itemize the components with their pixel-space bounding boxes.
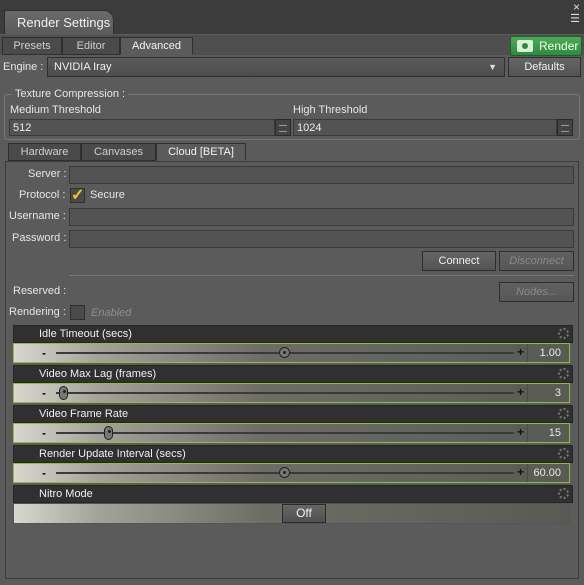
render-label: Render bbox=[539, 39, 579, 53]
slider-header-video-frame-rate: Video Frame Rate bbox=[13, 405, 573, 423]
minus-icon[interactable]: - bbox=[42, 426, 46, 440]
medium-threshold-field[interactable]: 512 bbox=[9, 119, 275, 136]
medium-threshold-stepper[interactable] bbox=[275, 119, 291, 136]
texture-compression-title: Texture Compression : bbox=[12, 88, 129, 100]
chevron-down-icon: ▼ bbox=[488, 62, 497, 72]
tab-advanced[interactable]: Advanced bbox=[120, 37, 193, 55]
tab-hardware[interactable]: Hardware bbox=[8, 143, 81, 161]
slider-track-line bbox=[56, 392, 514, 394]
slider-value[interactable]: 1.00 bbox=[501, 347, 561, 359]
username-field[interactable] bbox=[69, 208, 574, 226]
disconnect-button[interactable]: Disconnect bbox=[499, 251, 574, 271]
connect-button[interactable]: Connect bbox=[422, 251, 496, 271]
defaults-button[interactable]: Defaults bbox=[508, 57, 581, 77]
slider-value[interactable]: 60.00 bbox=[501, 467, 561, 479]
minus-icon[interactable]: - bbox=[42, 346, 46, 360]
tab-cloud-beta[interactable]: Cloud [BETA] bbox=[156, 143, 246, 161]
slider-title: Idle Timeout (secs) bbox=[39, 328, 132, 340]
gear-icon[interactable] bbox=[558, 448, 569, 459]
gear-icon[interactable] bbox=[558, 328, 569, 339]
server-field[interactable] bbox=[69, 166, 574, 184]
username-label: Username : bbox=[9, 210, 66, 222]
minus-icon[interactable]: - bbox=[42, 466, 46, 480]
slider-knob[interactable] bbox=[279, 347, 290, 358]
slider-knob[interactable] bbox=[59, 386, 68, 400]
minus-icon[interactable]: - bbox=[42, 386, 46, 400]
gear-icon[interactable] bbox=[558, 488, 569, 499]
slider-header-video-max-lag: Video Max Lag (frames) bbox=[13, 365, 573, 383]
nitro-off-button[interactable]: Off bbox=[282, 504, 326, 523]
reserved-label: Reserved : bbox=[13, 285, 67, 297]
slider-header-render-update-interval: Render Update Interval (secs) bbox=[13, 445, 573, 463]
slider-header-idle-timeout: Idle Timeout (secs) bbox=[13, 325, 573, 343]
password-field[interactable] bbox=[69, 230, 574, 248]
panel-menu-icon[interactable]: ☰ bbox=[570, 12, 580, 25]
protocol-label: Protocol : bbox=[19, 189, 66, 201]
high-threshold-label: High Threshold bbox=[293, 104, 368, 116]
nitro-mode-title: Nitro Mode bbox=[39, 488, 93, 500]
engine-label: Engine : bbox=[3, 61, 44, 73]
enabled-label: Enabled bbox=[91, 307, 132, 319]
slider-knob[interactable] bbox=[104, 426, 113, 440]
slider-knob[interactable] bbox=[279, 467, 290, 478]
video-frame-rate-slider[interactable]: - + 15 bbox=[13, 423, 570, 443]
render-button[interactable]: Render bbox=[510, 36, 582, 56]
slider-track-line bbox=[56, 432, 514, 434]
medium-threshold-label: Medium Threshold bbox=[10, 104, 101, 116]
password-label: Password : bbox=[12, 232, 67, 244]
high-threshold-field[interactable]: 1024 bbox=[293, 119, 557, 136]
render-update-interval-slider[interactable]: - + 60.00 bbox=[13, 463, 570, 483]
camera-icon bbox=[517, 40, 533, 52]
gear-icon[interactable] bbox=[558, 408, 569, 419]
panel-title-tab[interactable]: Render Settings bbox=[4, 10, 114, 34]
slider-title: Video Frame Rate bbox=[39, 408, 129, 420]
panel-title: Render Settings bbox=[17, 15, 111, 30]
tab-canvases[interactable]: Canvases bbox=[81, 143, 156, 161]
engine-dropdown[interactable]: NVIDIA Iray ▼ bbox=[47, 57, 505, 77]
nitro-mode-header: Nitro Mode bbox=[13, 485, 573, 503]
tab-editor[interactable]: Editor bbox=[62, 37, 120, 55]
engine-value: NVIDIA Iray bbox=[54, 61, 112, 73]
video-max-lag-slider[interactable]: - + 3 bbox=[13, 383, 570, 403]
nitro-mode-toggle[interactable]: Off bbox=[13, 503, 570, 524]
slider-value[interactable]: 15 bbox=[501, 427, 561, 439]
secure-label: Secure bbox=[90, 189, 125, 201]
separator bbox=[69, 275, 574, 276]
slider-value[interactable]: 3 bbox=[501, 387, 561, 399]
slider-title: Video Max Lag (frames) bbox=[39, 368, 157, 380]
gear-icon[interactable] bbox=[558, 368, 569, 379]
tab-presets[interactable]: Presets bbox=[2, 37, 62, 55]
checkmark-icon: ✓ bbox=[71, 187, 85, 204]
enabled-checkbox[interactable] bbox=[70, 305, 85, 320]
server-label: Server : bbox=[28, 168, 67, 180]
idle-timeout-slider[interactable]: - + 1.00 bbox=[13, 343, 570, 363]
nodes-button[interactable]: Nodes... bbox=[499, 282, 574, 302]
rendering-label: Rendering : bbox=[9, 306, 66, 318]
slider-title: Render Update Interval (secs) bbox=[39, 448, 186, 460]
secure-checkbox[interactable]: ✓ bbox=[70, 187, 85, 204]
high-threshold-stepper[interactable] bbox=[557, 119, 573, 136]
